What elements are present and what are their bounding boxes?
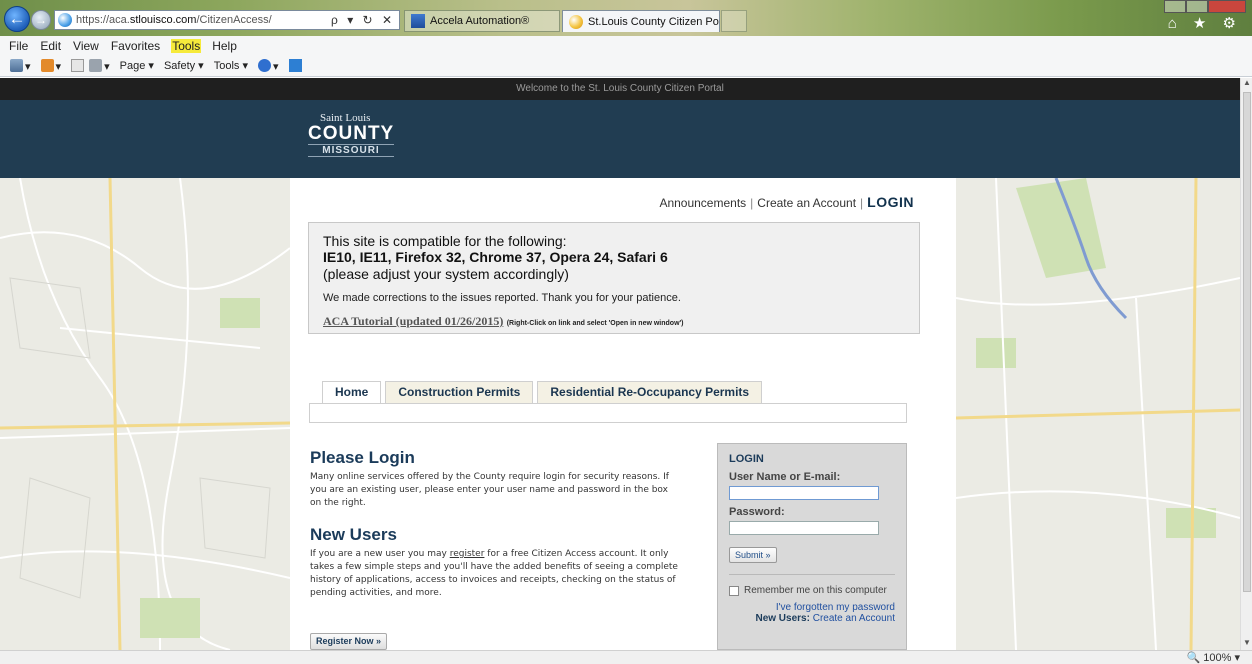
page-menu[interactable]: Page ▾ <box>120 59 154 72</box>
accela-icon <box>411 14 425 28</box>
tab-label: St.Louis County Citizen Port... <box>588 15 719 28</box>
password-label: Password: <box>729 506 785 518</box>
login-box: LOGIN User Name or E-mail: Password: Sub… <box>717 443 907 650</box>
login-divider <box>729 574 895 575</box>
login-box-title: LOGIN <box>729 453 764 465</box>
minimize-button[interactable] <box>1164 0 1186 13</box>
county-logo[interactable]: Saint Louis COUNTY MISSOURI <box>308 112 398 157</box>
module-tabs: Home Construction Permits Residential Re… <box>322 381 766 404</box>
back-button[interactable]: ← <box>4 6 30 32</box>
compatibility-notice: This site is compatible for the followin… <box>308 222 920 334</box>
remember-me-checkbox[interactable] <box>729 585 739 596</box>
print-command[interactable]: ▾ <box>71 58 110 73</box>
ie-page-icon <box>58 13 72 27</box>
new-users-text: If you are a new user you may register f… <box>310 549 678 598</box>
address-bar[interactable]: https://aca.stlouisco.com/CitizenAccess/… <box>54 10 400 30</box>
command-bar: ▾ ▾ ▾ Page ▾ Safety ▾ Tools ▾ ▾ <box>0 55 1252 77</box>
help-icon <box>257 58 271 72</box>
username-input[interactable] <box>729 486 879 500</box>
new-users-row: New Users: Create an Account <box>755 613 895 624</box>
intro-column: Please Login Many online services offere… <box>310 448 680 600</box>
logo-line2: COUNTY <box>308 123 395 144</box>
home-icon <box>10 58 23 72</box>
top-links: Announcements | Create an Account | LOGIN <box>659 194 914 210</box>
submit-button[interactable]: Submit » <box>729 547 777 563</box>
page-viewport: Welcome to the St. Louis County Citizen … <box>0 78 1240 650</box>
browser-tab-citizen-portal[interactable]: St.Louis County Citizen Port... ✕ <box>562 10 720 32</box>
map-background-left <box>0 178 290 650</box>
scroll-down-icon[interactable]: ▼ <box>1241 638 1252 650</box>
zoom-level[interactable]: 🔍 100% ▾ <box>1187 651 1240 664</box>
mail-icon <box>71 58 85 72</box>
menu-bar: File Edit View Favorites Tools Help <box>0 36 1252 55</box>
url-text: https://aca.stlouisco.com/CitizenAccess/ <box>76 14 272 26</box>
remember-me-row: Remember me on this computer <box>729 585 895 596</box>
forgot-password-link[interactable]: I've forgotten my password <box>729 602 895 613</box>
site-header: Saint Louis COUNTY MISSOURI <box>0 100 1240 178</box>
menu-favorites[interactable]: Favorites <box>110 39 161 53</box>
notice-line1: This site is compatible for the followin… <box>323 233 567 249</box>
password-input[interactable] <box>729 521 879 535</box>
home-favorites-settings-icons[interactable]: ⌂ ★ ⚙ <box>1168 14 1242 32</box>
print-icon <box>89 58 103 72</box>
lync-command[interactable] <box>288 58 304 73</box>
home-command[interactable]: ▾ <box>10 58 31 73</box>
feeds-command[interactable]: ▾ <box>40 58 61 73</box>
maximize-button[interactable] <box>1186 0 1208 13</box>
notice-browsers: IE10, IE11, Firefox 32, Chrome 37, Opera… <box>323 249 668 265</box>
rss-icon <box>40 58 54 72</box>
new-tab-button[interactable] <box>721 10 747 32</box>
map-background-right <box>956 178 1240 650</box>
menu-help[interactable]: Help <box>211 39 238 53</box>
browser-tab-accela[interactable]: Accela Automation® <box>404 10 560 32</box>
username-label: User Name or E-mail: <box>729 471 841 483</box>
lync-icon <box>288 58 302 72</box>
tutorial-row: ACA Tutorial (updated 01/26/2015) (Right… <box>323 314 905 329</box>
please-login-text: Many online services offered by the Coun… <box>310 472 669 508</box>
new-users-heading: New Users <box>310 525 397 544</box>
create-account-link[interactable]: Create an Account <box>757 196 856 210</box>
tab-label: Accela Automation® <box>430 15 530 27</box>
menu-view[interactable]: View <box>72 39 100 53</box>
safety-menu[interactable]: Safety ▾ <box>164 59 204 72</box>
menu-tools[interactable]: Tools <box>171 38 202 53</box>
please-login-heading: Please Login <box>310 448 415 467</box>
logo-line3: MISSOURI <box>308 144 394 157</box>
tab-construction-permits[interactable]: Construction Permits <box>385 381 534 403</box>
register-now-button[interactable]: Register Now » <box>310 633 388 650</box>
tab-home[interactable]: Home <box>322 381 382 404</box>
scroll-thumb[interactable] <box>1243 92 1251 592</box>
close-window-button[interactable] <box>1208 0 1246 13</box>
tab-residential-re-occupancy-permits[interactable]: Residential Re-Occupancy Permits <box>537 381 763 403</box>
menu-file[interactable]: File <box>8 39 29 53</box>
browser-titlebar: ← → https://aca.stlouisco.com/CitizenAcc… <box>0 0 1252 36</box>
welcome-banner: Welcome to the St. Louis County Citizen … <box>0 78 1240 100</box>
register-link[interactable]: register <box>450 549 485 559</box>
ie-page-icon <box>569 14 583 29</box>
remember-me-label: Remember me on this computer <box>744 585 887 596</box>
scroll-up-icon[interactable]: ▲ <box>1241 78 1252 90</box>
status-bar: 🔍 100% ▾ <box>0 650 1252 664</box>
main-content-panel: Announcements | Create an Account | LOGIN Th… <box>290 178 956 650</box>
help-command[interactable]: ▾ <box>257 58 279 73</box>
notice-corrections: We made corrections to the issues report… <box>323 292 681 304</box>
login-link[interactable]: LOGIN <box>867 194 914 210</box>
vertical-scrollbar[interactable]: ▲ ▼ <box>1240 78 1252 650</box>
tools-menu[interactable]: Tools ▾ <box>214 59 248 72</box>
menu-edit[interactable]: Edit <box>39 39 62 53</box>
announcements-link[interactable]: Announcements <box>659 196 746 210</box>
notice-line3: (please adjust your system accordingly) <box>323 266 569 282</box>
aca-tutorial-link[interactable]: ACA Tutorial (updated 01/26/2015) <box>323 314 503 328</box>
create-account-link-box[interactable]: Create an Account <box>813 613 895 624</box>
window-controls <box>1164 0 1246 13</box>
tab-panel <box>309 403 907 423</box>
tutorial-hint: (Right-Click on link and select 'Open in… <box>506 320 684 327</box>
forward-button[interactable]: → <box>31 10 51 30</box>
address-actions-icons[interactable]: ρ ▾ ↻ ✕ <box>331 13 395 27</box>
